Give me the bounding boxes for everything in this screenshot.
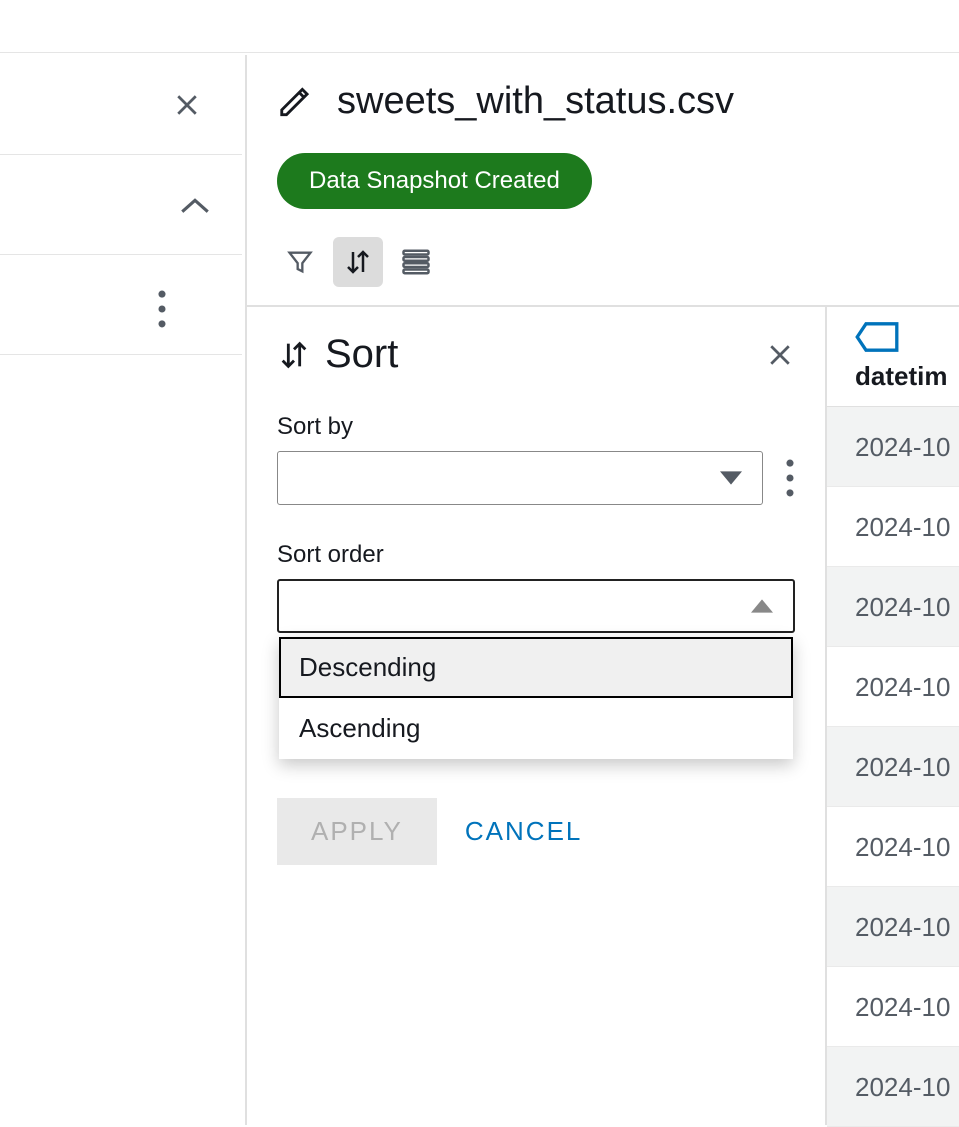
top-divider bbox=[0, 52, 959, 53]
main-content: sweets_with_status.csv Data Snapshot Cre… bbox=[245, 55, 959, 1125]
table-row[interactable]: 2024-10 bbox=[827, 807, 959, 887]
sort-order-label: Sort order bbox=[277, 541, 795, 569]
filter-button[interactable] bbox=[275, 237, 325, 287]
table-row[interactable]: 2024-10 bbox=[827, 407, 959, 487]
more-vertical-icon[interactable] bbox=[157, 290, 167, 328]
column-header[interactable]: datetim bbox=[827, 307, 959, 407]
sort-by-more-icon[interactable] bbox=[785, 459, 795, 497]
sort-panel-title: Sort bbox=[325, 332, 398, 377]
file-title: sweets_with_status.csv bbox=[337, 80, 734, 123]
file-header: sweets_with_status.csv bbox=[247, 55, 959, 123]
chevron-up-icon[interactable] bbox=[178, 195, 212, 217]
column-header-label: datetim bbox=[855, 361, 947, 391]
table-row[interactable]: 2024-10 bbox=[827, 967, 959, 1047]
dropdown-option-ascending[interactable]: Ascending bbox=[279, 698, 793, 759]
sidebar-header-row bbox=[0, 55, 242, 155]
toolbar bbox=[275, 237, 959, 287]
apply-button[interactable]: APPLY bbox=[277, 798, 437, 865]
status-badge: Data Snapshot Created bbox=[277, 153, 592, 209]
sort-panel: Sort Sort by Sort bbox=[247, 305, 827, 1125]
data-table: datetim 2024-10 2024-10 2024-10 2024-10 … bbox=[827, 305, 959, 1127]
caret-down-icon bbox=[720, 471, 742, 485]
left-sidebar bbox=[0, 55, 242, 1125]
sidebar-collapse-row bbox=[0, 155, 242, 255]
table-row[interactable]: 2024-10 bbox=[827, 887, 959, 967]
sort-panel-header: Sort bbox=[277, 332, 795, 377]
sort-by-select[interactable] bbox=[277, 451, 763, 505]
sort-order-dropdown: Descending Ascending bbox=[279, 637, 793, 759]
rows-button[interactable] bbox=[391, 237, 441, 287]
sort-order-select[interactable]: Descending Ascending bbox=[277, 579, 795, 633]
cancel-button[interactable]: CANCEL bbox=[465, 816, 582, 847]
edit-icon[interactable] bbox=[277, 83, 315, 121]
caret-up-icon bbox=[751, 599, 773, 613]
dropdown-option-descending[interactable]: Descending bbox=[279, 637, 793, 698]
sort-icon bbox=[277, 338, 311, 372]
table-row[interactable]: 2024-10 bbox=[827, 487, 959, 567]
sort-button[interactable] bbox=[333, 237, 383, 287]
table-row[interactable]: 2024-10 bbox=[827, 647, 959, 727]
tag-icon bbox=[855, 321, 959, 353]
close-panel-icon[interactable] bbox=[765, 340, 795, 370]
sort-actions: APPLY CANCEL bbox=[277, 798, 795, 865]
sidebar-item-row bbox=[0, 255, 242, 355]
table-row[interactable]: 2024-10 bbox=[827, 727, 959, 807]
table-row[interactable]: 2024-10 bbox=[827, 1047, 959, 1127]
close-icon[interactable] bbox=[172, 90, 202, 120]
table-row[interactable]: 2024-10 bbox=[827, 567, 959, 647]
sort-by-label: Sort by bbox=[277, 413, 795, 441]
